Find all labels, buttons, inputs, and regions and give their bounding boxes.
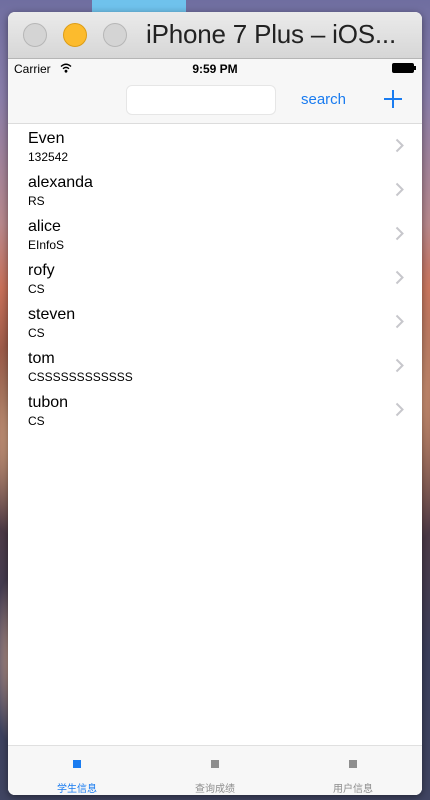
- student-name: alexanda: [28, 174, 93, 191]
- student-name: rofy: [28, 262, 55, 279]
- student-name: tubon: [28, 394, 69, 411]
- zoom-window-button[interactable]: [103, 23, 127, 47]
- tab-student-info[interactable]: 学生信息: [8, 746, 146, 795]
- tab-bar: 学生信息 查询成绩 用户信息: [8, 745, 422, 795]
- student-detail: CS: [28, 282, 45, 296]
- tab-label: 查询成绩: [195, 784, 235, 795]
- student-detail: CS: [28, 414, 45, 428]
- tab-user-info[interactable]: 用户信息: [284, 746, 422, 795]
- student-detail: CS: [28, 326, 45, 340]
- tab-query-grades[interactable]: 查询成绩: [146, 746, 284, 795]
- minimize-window-button[interactable]: [63, 23, 87, 47]
- chevron-right-icon: [395, 182, 404, 197]
- chevron-right-icon: [395, 314, 404, 329]
- student-list: Even 132542 alexanda RS alice EInfoS rof…: [8, 124, 422, 432]
- tab-square-icon: [73, 760, 81, 768]
- status-time: 9:59 PM: [192, 62, 238, 76]
- window-title: iPhone 7 Plus – iOS...: [146, 19, 396, 49]
- list-item[interactable]: tom CSSSSSSSSSSSS: [8, 344, 422, 388]
- tab-square-icon: [349, 760, 357, 768]
- student-name: steven: [28, 306, 76, 323]
- close-window-button[interactable]: [23, 23, 47, 47]
- battery-icon: [392, 63, 416, 73]
- list-item[interactable]: Even 132542: [8, 124, 422, 168]
- chevron-right-icon: [395, 138, 404, 153]
- search-button[interactable]: search: [301, 91, 346, 108]
- plus-icon[interactable]: [382, 88, 404, 110]
- student-detail: CSSSSSSSSSSSS: [28, 370, 133, 384]
- student-detail: EInfoS: [28, 238, 65, 252]
- title-bar[interactable]: iPhone 7 Plus – iOS...: [8, 12, 422, 59]
- tab-label: 学生信息: [57, 784, 97, 795]
- student-name: Even: [28, 130, 65, 147]
- list-item[interactable]: alexanda RS: [8, 168, 422, 212]
- tab-label: 用户信息: [333, 784, 373, 795]
- list-item[interactable]: tubon CS: [8, 388, 422, 432]
- chevron-right-icon: [395, 226, 404, 241]
- chevron-right-icon: [395, 358, 404, 373]
- list-item[interactable]: rofy CS: [8, 256, 422, 300]
- student-name: tom: [28, 350, 55, 367]
- device-screen: Carrier 9:59 PM search Even 132542 alexa…: [8, 59, 422, 795]
- simulator-window: iPhone 7 Plus – iOS... Carrier 9:59 PM s…: [8, 12, 422, 795]
- list-item[interactable]: alice EInfoS: [8, 212, 422, 256]
- tab-square-icon: [211, 760, 219, 768]
- student-name: alice: [28, 218, 61, 235]
- status-bar: Carrier 9:59 PM: [8, 59, 422, 79]
- navigation-bar: search: [8, 79, 422, 124]
- chevron-right-icon: [395, 270, 404, 285]
- student-detail: RS: [28, 194, 45, 208]
- list-item[interactable]: steven CS: [8, 300, 422, 344]
- chevron-right-icon: [395, 402, 404, 417]
- search-input[interactable]: [126, 85, 276, 115]
- student-detail: 132542: [28, 150, 69, 164]
